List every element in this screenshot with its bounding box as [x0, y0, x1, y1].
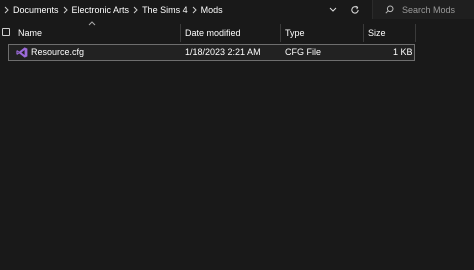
- file-name: Resource.cfg: [31, 47, 85, 57]
- file-type: CFG File: [285, 47, 321, 57]
- file-row[interactable]: Resource.cfg 1/18/2023 2:21 AM CFG File …: [8, 44, 415, 61]
- column-header-size[interactable]: Size: [364, 24, 415, 42]
- file-size: 1 KB: [393, 47, 413, 57]
- file-date-modified: 1/18/2023 2:21 AM: [185, 47, 261, 57]
- column-header-date-modified[interactable]: Date modified: [181, 24, 280, 42]
- select-all-checkbox[interactable]: [2, 28, 10, 36]
- visual-studio-icon: [16, 47, 28, 60]
- breadcrumb-mods[interactable]: Mods: [201, 5, 223, 15]
- refresh-icon[interactable]: [345, 0, 365, 19]
- chevron-right-icon[interactable]: [133, 6, 138, 14]
- chevron-down-icon[interactable]: [327, 0, 339, 19]
- search-icon: [385, 5, 394, 14]
- breadcrumb-documents[interactable]: Documents: [13, 5, 59, 15]
- chevron-right-icon[interactable]: [63, 6, 68, 14]
- chevron-right-icon[interactable]: [192, 6, 197, 14]
- search-box[interactable]: [372, 0, 474, 19]
- address-bar[interactable]: Documents Electronic Arts The Sims 4 Mod…: [0, 0, 474, 19]
- column-divider[interactable]: [415, 24, 416, 42]
- chevron-right-icon[interactable]: [4, 6, 9, 14]
- column-header-type[interactable]: Type: [281, 24, 363, 42]
- search-input[interactable]: [402, 4, 472, 15]
- column-header-name[interactable]: Name: [14, 24, 180, 42]
- breadcrumb-the-sims-4[interactable]: The Sims 4: [142, 5, 188, 15]
- breadcrumb: Documents Electronic Arts The Sims 4 Mod…: [0, 0, 344, 19]
- breadcrumb-electronic-arts[interactable]: Electronic Arts: [72, 5, 130, 15]
